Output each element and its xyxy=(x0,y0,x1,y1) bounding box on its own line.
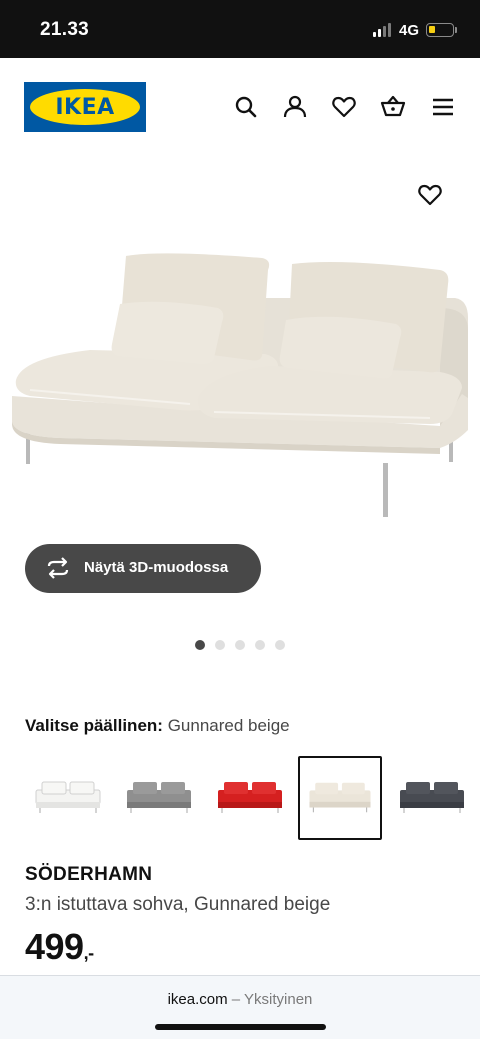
cover-label-title: Valitse päällinen: xyxy=(25,716,163,735)
browsing-mode: Yksityinen xyxy=(244,991,313,1008)
browser-address-bar[interactable]: ikea.com – Yksityinen xyxy=(0,975,480,1039)
price-value: 499 xyxy=(25,926,84,967)
sofa-thumbnail xyxy=(309,782,371,813)
pagination-dot[interactable] xyxy=(215,640,225,650)
account-icon[interactable] xyxy=(282,94,308,120)
status-bar: 21.33 4G xyxy=(0,0,480,58)
price-suffix: ,- xyxy=(83,943,95,963)
sofa-thumbnail xyxy=(127,782,191,813)
swatch-white[interactable] xyxy=(26,756,110,840)
pagination-dot[interactable] xyxy=(195,640,205,650)
product-name: SÖDERHAMN xyxy=(25,864,153,885)
menu-icon[interactable] xyxy=(430,94,456,120)
swatch-red[interactable] xyxy=(208,756,292,840)
ikea-logo[interactable]: IKEA xyxy=(24,82,146,132)
rotate-arrows-icon xyxy=(47,557,69,579)
heart-icon[interactable] xyxy=(417,182,443,208)
swatch-grey[interactable] xyxy=(117,756,201,840)
basket-icon[interactable] xyxy=(380,94,406,120)
product-price: 499,- xyxy=(25,926,94,968)
battery-cap xyxy=(455,27,457,33)
browser-url[interactable]: ikea.com – Yksityinen xyxy=(0,991,480,1008)
heart-icon[interactable] xyxy=(331,94,357,120)
swatch-dark-grey[interactable] xyxy=(390,756,474,840)
sofa-thumbnail xyxy=(35,781,101,813)
network-type: 4G xyxy=(399,22,420,39)
sofa-thumbnail xyxy=(400,782,464,813)
url-domain: ikea.com xyxy=(167,991,228,1008)
url-separator: – xyxy=(231,991,241,1008)
product-description: 3:n istuttava sohva, Gunnared beige xyxy=(25,894,331,915)
view-3d-button[interactable]: Näytä 3D-muodossa xyxy=(25,544,261,593)
battery-level xyxy=(429,26,435,33)
logo-text: IKEA xyxy=(55,95,115,120)
pagination-dot[interactable] xyxy=(275,640,285,650)
pagination-dot[interactable] xyxy=(235,640,245,650)
pagination-dot[interactable] xyxy=(255,640,265,650)
sofa-beige-photo[interactable] xyxy=(0,158,480,598)
cover-selector-label: Valitse päällinen: Gunnared beige xyxy=(25,716,290,736)
swatch-beige[interactable] xyxy=(298,756,382,840)
sofa-thumbnail xyxy=(218,782,282,813)
status-time: 21.33 xyxy=(40,19,90,40)
search-icon[interactable] xyxy=(233,94,259,120)
signal-bars-icon xyxy=(373,23,393,37)
view-3d-label: Näytä 3D-muodossa xyxy=(84,559,229,576)
battery-low-icon xyxy=(426,23,454,37)
site-header: IKEA xyxy=(0,58,480,158)
cover-selected-value: Gunnared beige xyxy=(167,716,290,735)
home-indicator[interactable] xyxy=(155,1024,326,1030)
